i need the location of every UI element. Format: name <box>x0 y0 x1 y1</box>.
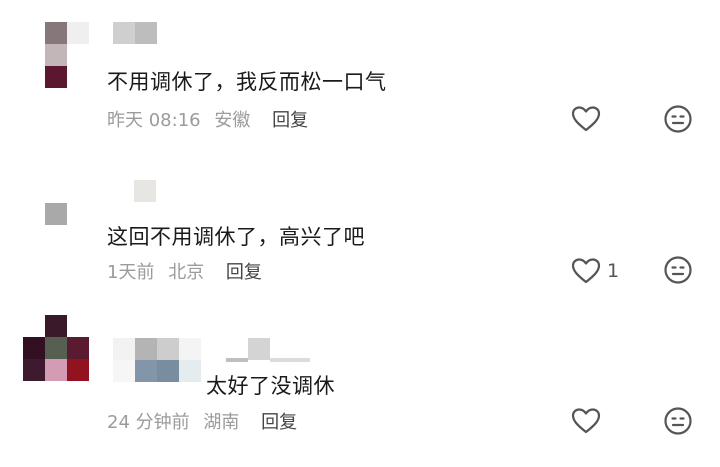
neutral-face-icon <box>664 256 692 284</box>
like-button[interactable] <box>571 105 607 133</box>
comment-meta: 24 分钟前 湖南 回复 <box>107 408 297 434</box>
dislike-button[interactable] <box>663 406 693 436</box>
comment-time: 昨天 08:16 <box>107 110 201 131</box>
comment-meta: 昨天 08:16 安徽 回复 <box>107 106 308 132</box>
heart-outline-icon <box>571 408 601 434</box>
comment-meta: 1天前 北京 回复 <box>107 258 262 284</box>
comment-item-1: 不用调休了，我反而松一口气 昨天 08:16 安徽 回复 <box>0 0 720 150</box>
dislike-button[interactable] <box>663 104 693 134</box>
heart-outline-icon <box>571 106 601 132</box>
comment-text: 这回不用调休了，高兴了吧 <box>107 225 365 249</box>
like-button[interactable] <box>571 407 607 435</box>
reply-button[interactable]: 回复 <box>261 412 297 433</box>
comment-location: 安徽 <box>214 110 251 131</box>
reply-button[interactable]: 回复 <box>272 110 308 131</box>
reply-button[interactable]: 回复 <box>226 262 262 283</box>
comment-time: 1天前 <box>107 262 155 283</box>
heart-outline-icon <box>571 258 601 284</box>
comment-item-3: 太好了没调休 24 分钟前 湖南 回复 <box>0 310 720 467</box>
like-button[interactable]: 1 <box>571 257 619 285</box>
comment-text: 不用调休了，我反而松一口气 <box>107 70 387 94</box>
comment-location: 北京 <box>168 262 205 283</box>
dislike-button[interactable] <box>663 255 693 285</box>
comment-time: 24 分钟前 <box>107 412 190 433</box>
comment-location: 湖南 <box>203 412 240 433</box>
comment-item-2: 这回不用调休了，高兴了吧 1天前 北京 回复 1 <box>0 170 720 300</box>
neutral-face-icon <box>664 407 692 435</box>
comment-text: 太好了没调休 <box>206 374 335 398</box>
like-count: 1 <box>607 260 620 282</box>
neutral-face-icon <box>664 105 692 133</box>
